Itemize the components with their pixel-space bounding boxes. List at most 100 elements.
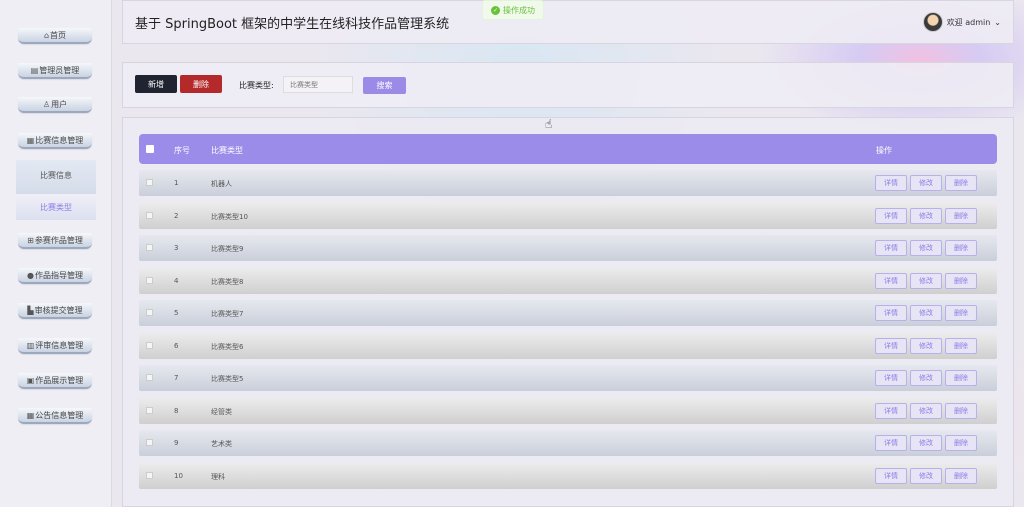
- header-ops: 操作: [876, 146, 892, 155]
- table-row: 2 比赛类型10 详情 修改 删除: [139, 202, 997, 229]
- detail-button[interactable]: 详情: [875, 175, 907, 191]
- remove-button[interactable]: 删除: [945, 240, 977, 256]
- edit-button[interactable]: 修改: [910, 402, 942, 419]
- filter-label: 比赛类型:: [239, 81, 274, 90]
- edit-button[interactable]: 修改: [910, 370, 942, 386]
- remove-button[interactable]: 删除: [945, 207, 977, 224]
- sidebar-item-display[interactable]: ▣ 作品展示管理: [18, 373, 92, 389]
- row-checkbox[interactable]: [146, 406, 153, 414]
- contest-icon: ▦: [26, 135, 35, 145]
- remove-button[interactable]: 删除: [945, 370, 977, 386]
- detail-button[interactable]: 详情: [875, 240, 907, 256]
- row-checkbox[interactable]: [146, 341, 153, 349]
- home-icon: ⌂: [43, 30, 50, 40]
- contest-type-input[interactable]: [283, 76, 353, 93]
- delete-button[interactable]: 删除: [180, 75, 222, 93]
- remove-button[interactable]: 删除: [945, 435, 977, 451]
- sidebar-item-contest[interactable]: ▦ 比赛信息管理: [18, 133, 92, 149]
- sidebar-item-label: 作品指导管理: [34, 270, 83, 280]
- header-type: 比赛类型: [211, 146, 243, 155]
- success-toast: ✓ 操作成功: [482, 0, 544, 20]
- evaluate-icon: ▥: [26, 340, 35, 350]
- sidebar-item-guide[interactable]: ● 作品指导管理: [18, 268, 92, 284]
- sidebar-item-evaluate[interactable]: ▥ 评审信息管理: [18, 338, 92, 354]
- detail-button[interactable]: 详情: [875, 402, 907, 419]
- row-checkbox[interactable]: [146, 244, 153, 251]
- sidebar-item-label: 评审信息管理: [35, 340, 84, 350]
- sidebar-item-entry[interactable]: ⊞ 参赛作品管理: [18, 233, 92, 249]
- row-checkbox[interactable]: [146, 471, 153, 479]
- remove-button[interactable]: 删除: [945, 175, 977, 191]
- detail-button[interactable]: 详情: [875, 272, 907, 289]
- sidebar-item-user[interactable]: ♙ 用户: [18, 97, 92, 113]
- hand-cursor-icon: ☝: [545, 117, 553, 131]
- row-checkbox[interactable]: [146, 211, 153, 219]
- select-all-checkbox[interactable]: [146, 145, 154, 153]
- table-row: 6 比赛类型6 详情 修改 删除: [139, 332, 997, 359]
- display-icon: ▣: [26, 375, 35, 385]
- row-checkbox[interactable]: [146, 276, 153, 284]
- add-button[interactable]: 新增: [135, 75, 177, 93]
- remove-button[interactable]: 删除: [945, 305, 977, 321]
- cell-index: 10: [174, 471, 183, 480]
- edit-button[interactable]: 修改: [910, 175, 942, 191]
- sidebar-item-label: 首页: [50, 30, 67, 40]
- detail-button[interactable]: 详情: [875, 370, 907, 386]
- check-icon: ✓: [491, 5, 500, 15]
- table-row: 7 比赛类型5 详情 修改 删除: [139, 365, 997, 391]
- sidebar-item-label: 作品展示管理: [35, 375, 84, 385]
- toolbar: 新增 删除 比赛类型: 搜索: [122, 62, 1014, 108]
- edit-button[interactable]: 修改: [910, 467, 942, 484]
- remove-button[interactable]: 删除: [945, 337, 977, 354]
- sidebar-item-home[interactable]: ⌂ 首页: [18, 28, 92, 44]
- page-title: 基于 SpringBoot 框架的中学生在线科技作品管理系统: [135, 17, 450, 32]
- detail-button[interactable]: 详情: [875, 337, 907, 354]
- table-row: 9 艺术类 详情 修改 删除: [139, 430, 997, 456]
- row-checkbox[interactable]: [146, 374, 153, 381]
- sidebar-item-review[interactable]: ▙ 审核提交管理: [18, 303, 92, 319]
- detail-button[interactable]: 详情: [875, 467, 907, 484]
- sidebar-item-label: 审核提交管理: [34, 305, 83, 315]
- cell-index: 4: [174, 276, 179, 285]
- cell-type: 比赛类型8: [211, 277, 244, 286]
- remove-button[interactable]: 删除: [945, 402, 977, 419]
- detail-button[interactable]: 详情: [875, 305, 907, 321]
- detail-button[interactable]: 详情: [875, 207, 907, 224]
- edit-button[interactable]: 修改: [910, 207, 942, 224]
- row-checkbox[interactable]: [146, 309, 153, 316]
- cell-index: 5: [174, 309, 179, 317]
- edit-button[interactable]: 修改: [910, 337, 942, 354]
- sidebar-item-notice[interactable]: ▦ 公告信息管理: [18, 408, 92, 424]
- submenu-item-contest-type[interactable]: 比赛类型: [16, 194, 96, 220]
- sidebar-item-label: 公告信息管理: [35, 410, 84, 420]
- edit-button[interactable]: 修改: [910, 435, 942, 451]
- user-menu[interactable]: 欢迎 admin ⌄: [922, 12, 1001, 32]
- avatar: [922, 12, 943, 32]
- edit-button[interactable]: 修改: [910, 305, 942, 321]
- edit-button[interactable]: 修改: [910, 272, 942, 289]
- remove-button[interactable]: 删除: [945, 272, 977, 289]
- row-checkbox[interactable]: [146, 439, 153, 446]
- detail-button[interactable]: 详情: [875, 435, 907, 451]
- data-table: 序号 比赛类型 操作 1 机器人 详情 修改 删除 2 比赛类型10 详情 修改 删除 3 比赛类型9…: [122, 117, 1014, 507]
- table-row: 3 比赛类型9 详情 修改 删除: [139, 235, 997, 261]
- cell-index: 9: [174, 439, 179, 447]
- cell-type: 艺术类: [211, 440, 232, 448]
- admin-icon: ▤: [30, 65, 39, 75]
- sidebar-item-label: 比赛信息管理: [35, 135, 84, 145]
- remove-button[interactable]: 删除: [945, 467, 977, 484]
- user-greeting: 欢迎 admin: [946, 17, 991, 27]
- cell-index: 2: [174, 211, 179, 220]
- sidebar-item-admin[interactable]: ▤ 管理员管理: [18, 63, 92, 79]
- sidebar-item-label: 用户: [51, 99, 68, 109]
- row-checkbox[interactable]: [146, 179, 153, 186]
- cell-type: 比赛类型6: [211, 342, 244, 351]
- toast-text: 操作成功: [503, 5, 535, 15]
- submenu-item-contest-info[interactable]: 比赛信息: [16, 162, 96, 188]
- sidebar-item-label: 管理员管理: [39, 65, 80, 75]
- search-button[interactable]: 搜索: [363, 77, 406, 94]
- cell-type: 机器人: [211, 180, 232, 188]
- header: 基于 SpringBoot 框架的中学生在线科技作品管理系统 欢迎 admin …: [122, 0, 1014, 44]
- edit-button[interactable]: 修改: [910, 240, 942, 256]
- cell-type: 比赛类型10: [211, 212, 248, 221]
